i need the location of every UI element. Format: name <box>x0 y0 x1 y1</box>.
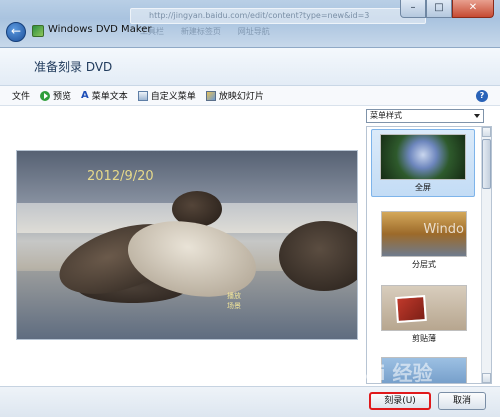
window-title: Windows DVD Maker <box>48 24 152 35</box>
burn-button[interactable]: 刻录(U) <box>369 392 431 410</box>
menu-style-dropdown-value: 菜单样式 <box>370 111 402 120</box>
preview-date-title: 2012/9/20 <box>87 169 154 184</box>
style-thumbnail <box>381 357 467 383</box>
background-browser-address-bar: http://jingyan.baidu.com/edit/content?ty… <box>130 8 426 24</box>
scroll-thumb[interactable] <box>482 139 491 189</box>
scroll-up-button[interactable] <box>482 127 491 137</box>
style-thumbnail: Windo <box>381 211 467 257</box>
text-icon: A <box>81 89 89 101</box>
back-button[interactable]: ← <box>6 22 26 42</box>
chevron-down-icon <box>474 114 480 118</box>
menu-text-label: 菜单文本 <box>91 92 128 102</box>
minimize-button[interactable]: – <box>400 0 426 18</box>
scenes-link[interactable]: 场景 <box>227 301 241 311</box>
cancel-button[interactable]: 取消 <box>438 392 486 410</box>
play-link[interactable]: 播放 <box>227 291 241 301</box>
styles-scrollbar[interactable] <box>481 127 491 383</box>
menu-text-button[interactable]: A 菜单文本 <box>81 89 128 102</box>
menu-style-dropdown[interactable]: 菜单样式 <box>366 109 484 123</box>
background-browser-tab: 新建标签页 <box>180 27 221 36</box>
style-item-label: 全屏 <box>415 183 431 192</box>
style-item-scrapbook[interactable]: 剪贴薄 <box>377 285 471 344</box>
preview-menu-links: 播放 场景 <box>227 291 241 311</box>
background-browser-tabs: 工具栏 新建标签页 网址导航 <box>140 26 420 42</box>
slideshow-label: 放映幻灯片 <box>218 92 264 102</box>
title-bar: http://jingyan.baidu.com/edit/content?ty… <box>0 0 500 48</box>
preview-button[interactable]: 预览 <box>40 89 71 102</box>
scroll-down-button[interactable] <box>482 373 491 383</box>
slideshow-icon <box>205 90 216 101</box>
maximize-button[interactable]: □ <box>426 0 452 18</box>
background-browser-tab: 网址导航 <box>237 27 270 36</box>
style-thumbnail <box>381 285 467 331</box>
back-arrow-icon: ← <box>10 24 22 38</box>
style-item-label: 剪贴薄 <box>412 334 436 343</box>
file-menu[interactable]: 文件 <box>12 89 30 102</box>
style-item-next[interactable] <box>377 357 471 383</box>
background-browser-url: http://jingyan.baidu.com/edit/content?ty… <box>149 11 370 20</box>
preview-label: 预览 <box>53 92 72 102</box>
close-button[interactable]: ✕ <box>452 0 494 18</box>
menu-preview[interactable]: 2012/9/20 播放 场景 <box>16 150 358 340</box>
window-controls: – □ ✕ <box>400 0 494 18</box>
custom-menu-label: 自定义菜单 <box>150 92 196 102</box>
style-item-layered[interactable]: Windo 分层式 <box>377 211 471 270</box>
style-item-fullscreen[interactable]: 全屏 <box>371 129 475 197</box>
page-header: 准备刻录 DVD <box>0 48 500 86</box>
page-title: 准备刻录 DVD <box>34 60 113 74</box>
toolbar: 文件 预览 A 菜单文本 自定义菜单 放映幻灯片 ? <box>0 86 500 106</box>
footer: Bai 经验 刻录(U) 取消 <box>0 361 500 417</box>
customize-icon <box>137 90 148 101</box>
style-item-label: 分层式 <box>412 260 436 269</box>
main-content: 2012/9/20 播放 场景 菜单样式 全屏 Windo 分层式 剪贴薄 <box>0 106 500 386</box>
file-menu-label: 文件 <box>12 92 31 102</box>
menu-styles-list: 全屏 Windo 分层式 剪贴薄 <box>366 126 492 384</box>
custom-menu-button[interactable]: 自定义菜单 <box>137 89 196 102</box>
slideshow-button[interactable]: 放映幻灯片 <box>205 89 264 102</box>
style-thumbnail <box>380 134 466 180</box>
style-thumbnail-text: Windo <box>423 222 464 237</box>
dvd-maker-icon <box>32 25 44 37</box>
help-icon[interactable]: ? <box>476 90 488 102</box>
play-icon <box>40 90 51 101</box>
